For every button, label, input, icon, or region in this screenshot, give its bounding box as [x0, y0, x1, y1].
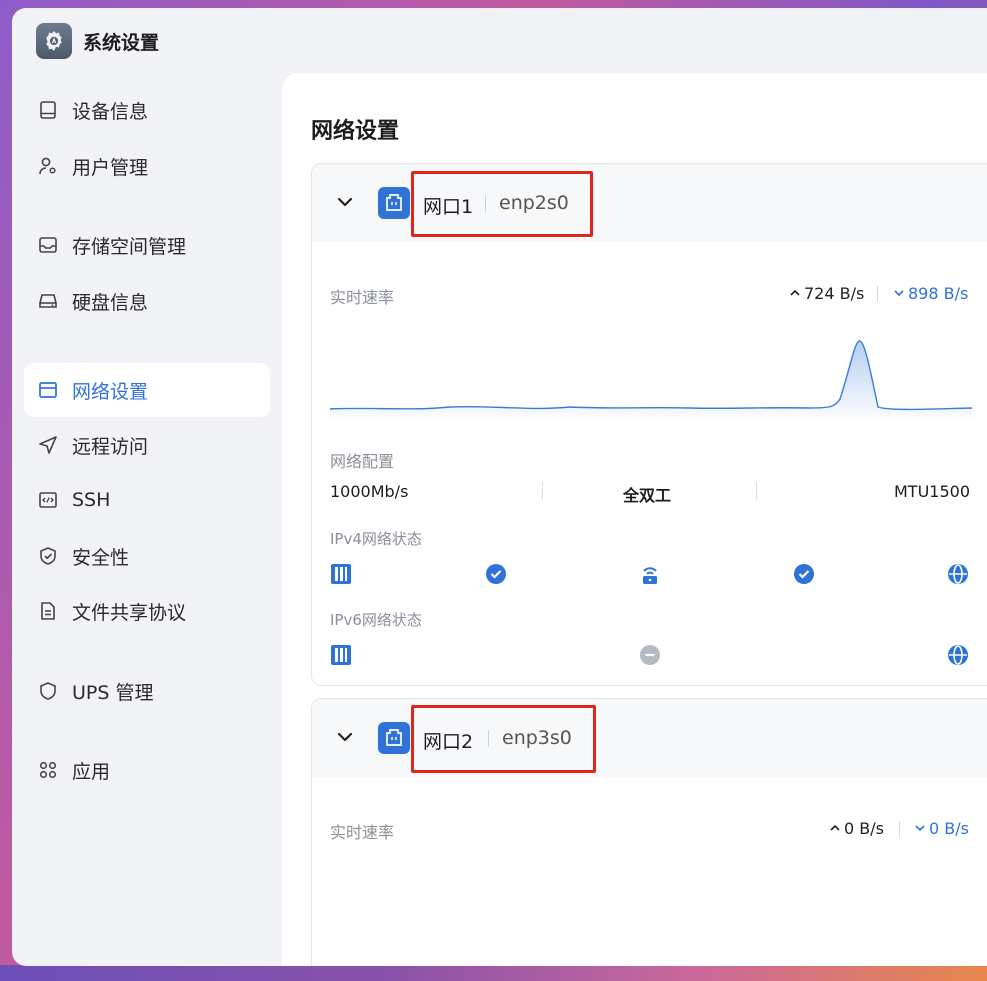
pending-circle-icon	[640, 645, 660, 665]
sidebar-item-security[interactable]: 安全性	[24, 529, 270, 583]
ethernet-port-icon	[378, 722, 410, 754]
user-gear-icon	[38, 156, 58, 176]
sidebar-item-ssh[interactable]: SSH	[24, 473, 270, 527]
upload-speed: 0 B/s	[844, 819, 884, 838]
sidebar-item-label: 安全性	[72, 546, 130, 569]
page-title: 网络设置	[311, 119, 400, 144]
nas-device-icon	[331, 564, 351, 584]
speed-label: 实时速率	[330, 288, 395, 307]
globe-icon	[948, 645, 968, 665]
desktop-background-strip	[0, 965, 987, 981]
title-bar: 系统设置	[36, 23, 159, 59]
ethernet-port-icon	[378, 187, 410, 219]
sidebar-item-label: 存储空间管理	[72, 235, 187, 258]
speed-chart	[330, 340, 972, 419]
upload-arrow-icon	[830, 824, 840, 831]
divider	[756, 482, 757, 500]
chevron-down-icon[interactable]	[334, 726, 356, 748]
sidebar-item-label: 文件共享协议	[72, 601, 187, 624]
settings-app-icon	[36, 23, 72, 59]
disk-icon	[38, 291, 58, 311]
config-label: 网络配置	[330, 452, 395, 471]
upload-speed: 724 B/s	[804, 284, 865, 303]
port-card-1: 网口1 enp2s0 实时速率 724 B/s 898 B/s 网络配置 100…	[311, 163, 987, 686]
download-arrow-icon	[915, 825, 925, 832]
send-icon	[38, 435, 58, 455]
sidebar-item-label: 用户管理	[72, 156, 149, 179]
sidebar-item-label: 设备信息	[72, 100, 149, 123]
app-title: 系统设置	[83, 31, 160, 54]
sidebar-item-storage[interactable]: 存储空间管理	[24, 218, 270, 272]
download-speed: 898 B/s	[908, 284, 969, 303]
shield-icon	[38, 681, 58, 701]
sidebar-item-file-sharing[interactable]: 文件共享协议	[24, 584, 270, 638]
check-circle-icon	[794, 564, 814, 584]
divider	[542, 482, 543, 500]
sidebar-item-disk-info[interactable]: 硬盘信息	[24, 274, 270, 328]
sidebar-item-device-info[interactable]: 设备信息	[24, 83, 270, 137]
port-card-header[interactable]: 网口2 enp3s0	[312, 699, 987, 777]
storage-icon	[38, 235, 58, 255]
sidebar-item-label: 硬盘信息	[72, 291, 149, 314]
mtu-value: MTU1500	[894, 482, 971, 501]
download-speed: 0 B/s	[929, 819, 969, 838]
ipv6-status-label: IPv6网络状态	[330, 611, 422, 629]
sidebar-item-ups[interactable]: UPS 管理	[24, 664, 270, 718]
ipv4-status-label: IPv4网络状态	[330, 530, 422, 548]
network-icon	[38, 380, 58, 400]
speed-readout: 724 B/s 898 B/s	[789, 284, 971, 304]
globe-icon	[948, 564, 968, 584]
sidebar-item-remote-access[interactable]: 远程访问	[24, 418, 270, 472]
router-icon	[643, 567, 657, 584]
gear-icon	[46, 31, 62, 51]
chevron-down-icon[interactable]	[334, 191, 356, 213]
sidebar-item-label: 网络设置	[72, 380, 149, 403]
speed-label: 实时速率	[330, 823, 395, 842]
document-icon	[38, 601, 58, 621]
sidebar-item-label: 应用	[72, 760, 111, 783]
nas-device-icon	[331, 645, 351, 665]
divider	[899, 821, 900, 837]
speed-readout: 0 B/s 0 B/s	[829, 819, 971, 839]
settings-window: 系统设置 设备信息 用户管理 存储空间管理 硬盘信息 网络设置 远程访问 SSH…	[12, 8, 987, 966]
link-speed: 1000Mb/s	[330, 482, 409, 501]
code-icon	[38, 490, 58, 510]
download-arrow-icon	[894, 290, 904, 297]
sidebar-item-network[interactable]: 网络设置	[24, 363, 270, 417]
port-card-2: 网口2 enp3s0 实时速率 0 B/s 0 B/s	[311, 698, 987, 966]
apps-icon	[38, 760, 58, 780]
sidebar-item-label: UPS 管理	[72, 681, 154, 704]
sidebar-item-label: SSH	[72, 489, 111, 511]
main-content: 网络设置 网口1 enp2s0 实时速率 724 B/s 898 B/s 网络配…	[282, 73, 987, 966]
divider	[877, 286, 878, 302]
sidebar-item-users[interactable]: 用户管理	[24, 139, 270, 193]
device-icon	[38, 100, 58, 120]
sidebar-item-apps[interactable]: 应用	[24, 743, 270, 797]
highlight-box	[411, 171, 593, 237]
check-circle-icon	[486, 564, 506, 584]
shield-check-icon	[38, 546, 58, 566]
sidebar-item-label: 远程访问	[72, 435, 149, 458]
port-card-header[interactable]: 网口1 enp2s0	[312, 164, 987, 242]
highlight-box	[411, 705, 596, 773]
upload-arrow-icon	[790, 289, 800, 296]
duplex-mode: 全双工	[623, 486, 672, 505]
